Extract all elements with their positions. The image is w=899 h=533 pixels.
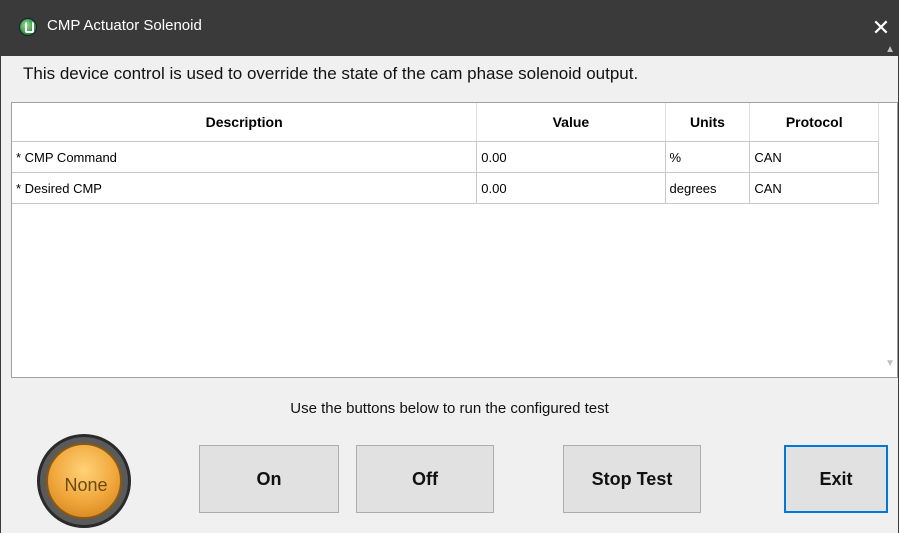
scroll-down-arrow-icon[interactable]: ▼ [885, 358, 895, 369]
vertical-scrollbar[interactable] [879, 141, 897, 377]
title-bar[interactable]: CMP Actuator Solenoid ✕ [1, 0, 898, 56]
grid-header-row: Description Value Units Protocol [12, 103, 897, 142]
table-row[interactable]: * Desired CMP 0.00 degrees CAN [12, 172, 897, 204]
cell-value: 0.00 [476, 141, 666, 173]
cell-description: * CMP Command [12, 141, 478, 173]
info-text: This device control is used to override … [23, 64, 639, 83]
cell-protocol: CAN [749, 141, 880, 173]
close-button[interactable]: ✕ [864, 11, 898, 45]
window-title: CMP Actuator Solenoid [47, 17, 202, 34]
app-icon [19, 18, 37, 36]
off-button[interactable]: Off [356, 445, 494, 513]
cell-units: degrees [665, 172, 751, 204]
cell-description: * Desired CMP [12, 172, 478, 204]
status-indicator-label: None [64, 475, 108, 495]
cell-value: 0.00 [476, 172, 666, 204]
exit-button[interactable]: Exit [784, 445, 888, 513]
instruction-text: Use the buttons below to run the configu… [290, 400, 609, 417]
cell-units: % [665, 141, 751, 173]
data-grid[interactable]: Description Value Units Protocol * CMP C… [11, 102, 898, 378]
scroll-up-arrow-icon[interactable]: ▲ [885, 44, 895, 55]
dialog-window: CMP Actuator Solenoid ✕ This device cont… [0, 0, 899, 533]
on-button[interactable]: On [199, 445, 339, 513]
status-indicator-light: None [37, 434, 131, 528]
stop-test-button[interactable]: Stop Test [563, 445, 701, 513]
header-spacer [878, 103, 897, 142]
col-value-header[interactable]: Value [476, 103, 666, 142]
col-units-header[interactable]: Units [665, 103, 751, 142]
cell-protocol: CAN [749, 172, 880, 204]
status-indicator-lamp: None [46, 443, 122, 519]
table-row[interactable]: * CMP Command 0.00 % CAN [12, 141, 897, 173]
col-description-header[interactable]: Description [12, 103, 478, 142]
col-protocol-header[interactable]: Protocol [749, 103, 880, 142]
